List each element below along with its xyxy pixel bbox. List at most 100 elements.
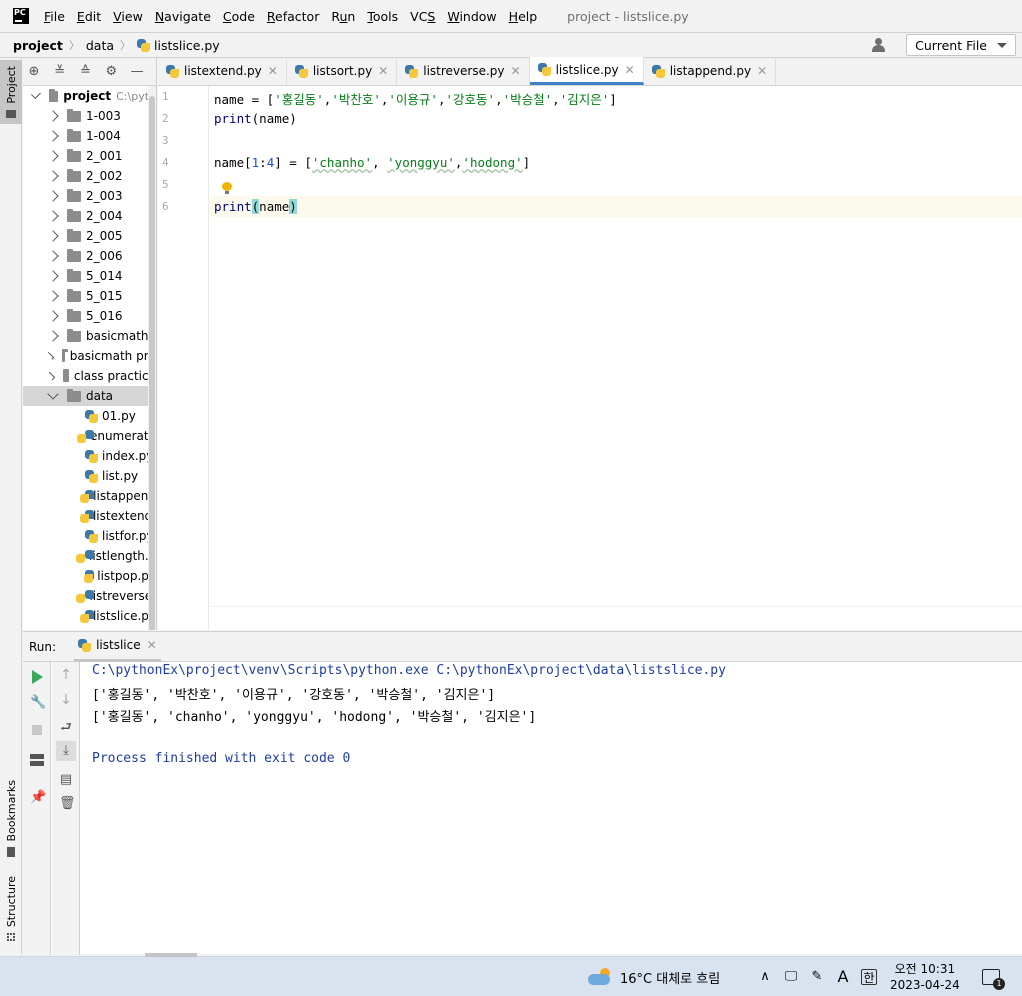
close-icon[interactable]: ✕ xyxy=(147,638,157,652)
tree-file-label: enumerate xyxy=(89,429,156,443)
tree-root[interactable]: project C:\pyth xyxy=(23,86,156,106)
bookmarks-tool-tab[interactable]: Bookmarks xyxy=(0,780,22,860)
pen-icon[interactable]: ✎ xyxy=(809,969,825,985)
close-icon[interactable]: ✕ xyxy=(625,63,635,77)
minimize-icon[interactable]: — xyxy=(130,64,144,79)
clock-time: 오전 10:31 xyxy=(894,962,956,976)
tree-file[interactable]: enumerate xyxy=(23,426,156,446)
close-icon[interactable]: ✕ xyxy=(757,64,767,78)
ide-horizontal-scrollbar[interactable] xyxy=(145,953,197,957)
code-line-2[interactable]: print(name) xyxy=(214,111,297,126)
tree-folder-data[interactable]: data xyxy=(23,386,156,406)
menu-window[interactable]: Window xyxy=(447,9,496,24)
tree-folder[interactable]: basicmath pra xyxy=(23,346,156,366)
tree-folder-label: 2_001 xyxy=(86,149,123,163)
arrow-up-icon[interactable]: ↑ xyxy=(59,667,73,683)
close-icon[interactable]: ✕ xyxy=(378,64,388,78)
tree-file[interactable]: listappend xyxy=(23,486,156,506)
tree-file-label: listextend. xyxy=(92,509,156,523)
locate-icon[interactable]: ⊕ xyxy=(27,64,41,79)
line-number: 3 xyxy=(162,134,169,147)
account-icon[interactable] xyxy=(872,37,894,53)
tree-folder[interactable]: 2_006 xyxy=(23,246,156,266)
run-tab-listslice[interactable]: listslice ✕ xyxy=(74,632,161,662)
python-file-icon xyxy=(85,409,98,423)
project-scrollbar[interactable] xyxy=(148,86,156,630)
chevron-up-icon[interactable]: ∧ xyxy=(757,969,773,985)
soft-wrap-icon[interactable]: ⮐ xyxy=(59,718,73,735)
tab-listsort[interactable]: listsort.py ✕ xyxy=(287,57,398,85)
chevron-right-icon xyxy=(47,130,59,142)
breadcrumb-file[interactable]: listslice.py xyxy=(154,38,220,53)
close-icon[interactable]: ✕ xyxy=(511,64,521,78)
tree-folder[interactable]: 2_004 xyxy=(23,206,156,226)
structure-icon xyxy=(7,933,15,942)
run-config-dropdown[interactable]: Current File xyxy=(906,34,1016,56)
editor-horizontal-scrollbar[interactable] xyxy=(210,606,1022,630)
trash-icon[interactable]: 🗑 xyxy=(59,796,76,811)
code-line-4[interactable]: name[1:4] = ['chanho', 'yonggyu','hodong… xyxy=(214,155,530,170)
tab-listextend[interactable]: listextend.py ✕ xyxy=(158,57,287,85)
tree-file[interactable]: 01.py xyxy=(23,406,156,426)
network-icon[interactable]: 🖵 xyxy=(783,969,799,985)
menu-tools[interactable]: Tools xyxy=(367,9,398,24)
pin-icon[interactable]: 📌 xyxy=(30,790,46,805)
close-icon[interactable]: ✕ xyxy=(268,64,278,78)
clock[interactable]: 오전 10:31 2023-04-24 xyxy=(890,957,960,996)
tree-file[interactable]: listextend. xyxy=(23,506,156,526)
tree-folder[interactable]: 2_005 xyxy=(23,226,156,246)
menu-vcs[interactable]: VCS xyxy=(410,9,435,24)
menu-code[interactable]: Code xyxy=(223,9,255,24)
weather-widget[interactable]: 16°C 대체로 흐림 xyxy=(588,957,720,996)
stop-icon[interactable] xyxy=(32,725,42,735)
wrench-icon[interactable]: 🔧 xyxy=(30,695,46,710)
collapse-all-icon[interactable]: ≙ xyxy=(79,64,93,79)
tab-listslice[interactable]: listslice.py ✕ xyxy=(529,57,644,85)
layout-icon[interactable] xyxy=(30,754,44,766)
print-icon[interactable]: ▤ xyxy=(59,772,73,787)
tree-file[interactable]: index.py xyxy=(23,446,156,466)
ime-hangul-indicator[interactable]: 한 xyxy=(861,969,877,985)
tree-folder[interactable]: class practice xyxy=(23,366,156,386)
breadcrumb-data[interactable]: data xyxy=(86,38,114,53)
tree-file[interactable]: listlength.p xyxy=(23,546,156,566)
menu-help[interactable]: Help xyxy=(509,9,538,24)
notification-center[interactable]: 1 xyxy=(982,957,1005,996)
project-tool-tab[interactable]: Project xyxy=(0,60,22,124)
menu-file[interactable]: File xyxy=(44,9,65,24)
ime-mode-indicator[interactable]: A xyxy=(835,969,851,985)
menu-run[interactable]: Run xyxy=(331,9,355,24)
tree-folder[interactable]: 1-004 xyxy=(23,126,156,146)
tab-listappend[interactable]: listappend.py ✕ xyxy=(644,57,777,85)
tree-folder[interactable]: 5_016 xyxy=(23,306,156,326)
code-line-6[interactable]: print(name) xyxy=(214,199,297,214)
code-line-1[interactable]: name = ['홍길동','박찬호','이용규','강호동','박승철','김… xyxy=(214,89,617,108)
menu-view[interactable]: View xyxy=(113,9,143,24)
breadcrumb-project[interactable]: project xyxy=(13,38,63,53)
tree-file[interactable]: list.py xyxy=(23,466,156,486)
expand-all-icon[interactable]: ≚ xyxy=(53,64,67,79)
scroll-to-end-icon[interactable]: ⤓ xyxy=(56,741,76,761)
rerun-icon[interactable] xyxy=(32,670,43,684)
tree-folder[interactable]: 2_002 xyxy=(23,166,156,186)
tree-folder[interactable]: 5_014 xyxy=(23,266,156,286)
tree-folder[interactable]: 5_015 xyxy=(23,286,156,306)
tree-file[interactable]: listpop.py xyxy=(23,566,156,586)
tree-file[interactable]: listreverse. xyxy=(23,586,156,606)
tree-file[interactable]: listslice.py xyxy=(23,606,156,626)
menu-edit[interactable]: Edit xyxy=(77,9,101,24)
tree-folder[interactable]: 1-003 xyxy=(23,106,156,126)
lightbulb-icon[interactable] xyxy=(222,182,232,194)
chevron-right-icon xyxy=(47,190,59,202)
menu-refactor[interactable]: Refactor xyxy=(267,9,319,24)
tree-folder[interactable]: 2_001 xyxy=(23,146,156,166)
tab-listreverse[interactable]: listreverse.py ✕ xyxy=(397,57,530,85)
tree-folder[interactable]: basicmath xyxy=(23,326,156,346)
structure-tool-tab[interactable]: Structure xyxy=(0,876,22,942)
gear-icon[interactable]: ⚙ xyxy=(104,64,118,79)
tree-folder[interactable]: 2_003 xyxy=(23,186,156,206)
menu-navigate[interactable]: Navigate xyxy=(155,9,211,24)
chevron-right-icon xyxy=(47,250,59,262)
tree-file[interactable]: listfor.py xyxy=(23,526,156,546)
arrow-down-icon[interactable]: ↓ xyxy=(59,692,73,708)
